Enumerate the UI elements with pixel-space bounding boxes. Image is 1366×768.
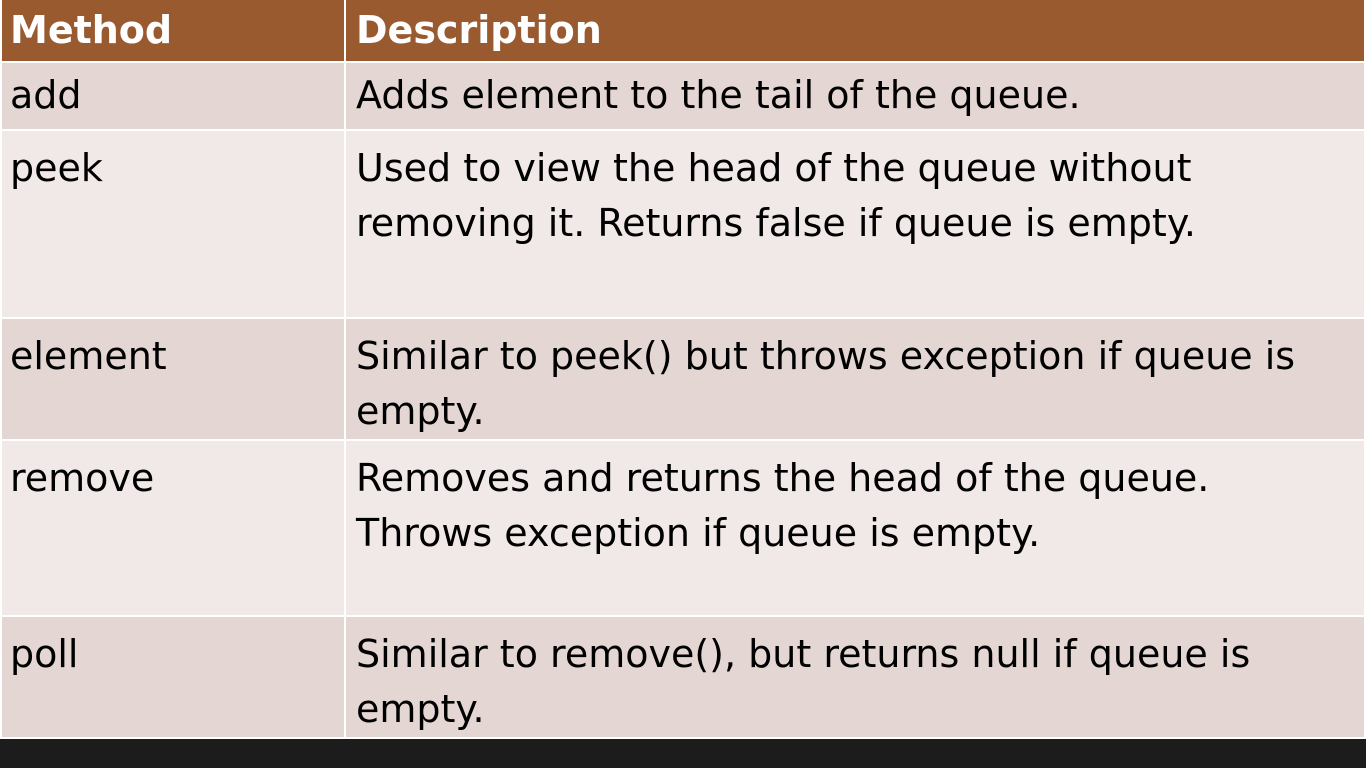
- header-description: Description: [344, 0, 1366, 63]
- method-cell: element: [0, 317, 346, 441]
- slide: Method Description add Adds element to t…: [0, 0, 1366, 768]
- table-row: poll Similar to remove(), but returns nu…: [0, 615, 1366, 739]
- description-cell: Removes and returns the head of the queu…: [344, 439, 1366, 617]
- description-cell: Similar to remove(), but returns null if…: [344, 615, 1366, 739]
- table-row: peek Used to view the head of the queue …: [0, 129, 1366, 319]
- header-method: Method: [0, 0, 346, 63]
- method-cell: peek: [0, 129, 346, 319]
- table-row: element Similar to peek() but throws exc…: [0, 317, 1366, 441]
- queue-methods-table: Method Description add Adds element to t…: [0, 0, 1366, 739]
- description-cell: Similar to peek() but throws exception i…: [344, 317, 1366, 441]
- method-cell: remove: [0, 439, 346, 617]
- table-header-row: Method Description: [0, 0, 1366, 63]
- description-cell: Used to view the head of the queue witho…: [344, 129, 1366, 319]
- description-cell: Adds element to the tail of the queue.: [344, 61, 1366, 131]
- table-row: remove Removes and returns the head of t…: [0, 439, 1366, 617]
- table-row: add Adds element to the tail of the queu…: [0, 61, 1366, 131]
- method-cell: add: [0, 61, 346, 131]
- method-cell: poll: [0, 615, 346, 739]
